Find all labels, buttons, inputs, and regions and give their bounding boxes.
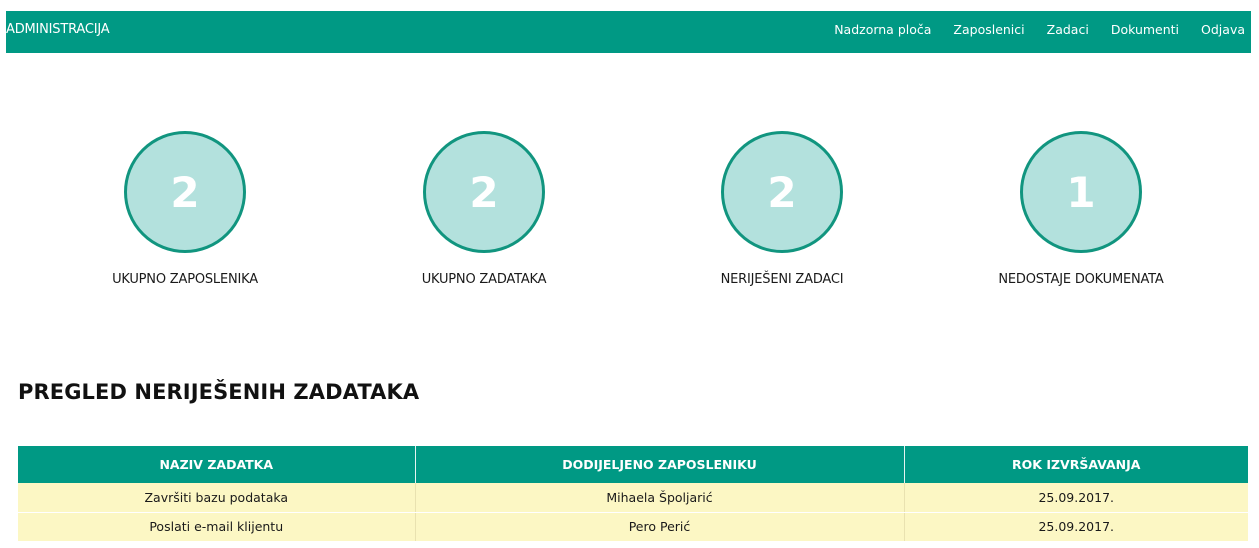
cell-deadline: 25.09.2017. bbox=[904, 483, 1248, 513]
stat-value: 2 bbox=[469, 167, 499, 217]
cell-task-name: Završiti bazu podataka bbox=[18, 483, 416, 513]
stat-label: UKUPNO ZAPOSLENIKA bbox=[112, 272, 258, 287]
section-title: PREGLED NERIJEŠENIH ZADATAKA bbox=[18, 380, 420, 404]
stat-missing-documents: 1 NEDOSTAJE DOKUMENATA bbox=[951, 131, 1211, 287]
stat-circle: 2 bbox=[721, 131, 843, 253]
nav-link-zadaci[interactable]: Zadaci bbox=[1047, 11, 1089, 53]
stat-value: 2 bbox=[170, 167, 200, 217]
stat-label: NEDOSTAJE DOKUMENATA bbox=[998, 272, 1164, 287]
stat-value: 2 bbox=[767, 167, 797, 217]
unresolved-tasks-table: NAZIV ZADATKA DODIJELJENO ZAPOSLENIKU RO… bbox=[18, 446, 1248, 542]
stat-circle: 2 bbox=[124, 131, 246, 253]
stat-total-employees: 2 UKUPNO ZAPOSLENIKA bbox=[55, 131, 315, 287]
stats-row: 2 UKUPNO ZAPOSLENIKA 2 UKUPNO ZADATAKA 2… bbox=[0, 131, 1259, 301]
brand-title[interactable]: ADMINISTRACIJA bbox=[6, 11, 110, 53]
main-nav: Nadzorna ploča Zaposlenici Zadaci Dokume… bbox=[812, 11, 1245, 53]
column-header-deadline: ROK IZVRŠAVANJA bbox=[904, 446, 1248, 483]
cell-task-name: Poslati e-mail klijentu bbox=[18, 512, 416, 542]
top-navbar: ADMINISTRACIJA Nadzorna ploča Zaposlenic… bbox=[6, 11, 1251, 53]
nav-link-zaposlenici[interactable]: Zaposlenici bbox=[953, 11, 1024, 53]
nav-link-odjava[interactable]: Odjava bbox=[1201, 11, 1245, 53]
nav-link-nadzorna-ploca[interactable]: Nadzorna ploča bbox=[834, 11, 931, 53]
stat-label: NERIJEŠENI ZADACI bbox=[720, 272, 844, 287]
column-header-task-name: NAZIV ZADATKA bbox=[18, 446, 416, 483]
table-row[interactable]: Poslati e-mail klijentu Pero Perić 25.09… bbox=[18, 512, 1248, 542]
table-row[interactable]: Završiti bazu podataka Mihaela Špoljarić… bbox=[18, 483, 1248, 513]
column-header-assigned-to: DODIJELJENO ZAPOSLENIKU bbox=[415, 446, 905, 483]
stat-unresolved-tasks: 2 NERIJEŠENI ZADACI bbox=[652, 131, 912, 287]
stat-value: 1 bbox=[1066, 167, 1096, 217]
cell-deadline: 25.09.2017. bbox=[904, 512, 1248, 542]
stat-circle: 1 bbox=[1020, 131, 1142, 253]
table-header-row: NAZIV ZADATKA DODIJELJENO ZAPOSLENIKU RO… bbox=[18, 446, 1248, 483]
stat-total-tasks: 2 UKUPNO ZADATAKA bbox=[354, 131, 614, 287]
stat-circle: 2 bbox=[423, 131, 545, 253]
stat-label: UKUPNO ZADATAKA bbox=[421, 272, 547, 287]
nav-link-dokumenti[interactable]: Dokumenti bbox=[1111, 11, 1179, 53]
cell-assigned-to: Mihaela Špoljarić bbox=[415, 483, 905, 513]
cell-assigned-to: Pero Perić bbox=[415, 512, 905, 542]
